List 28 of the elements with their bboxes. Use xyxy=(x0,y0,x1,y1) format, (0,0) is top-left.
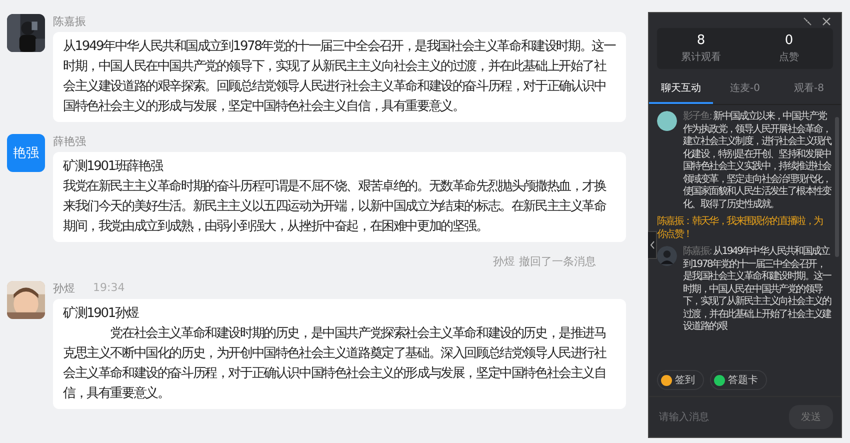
tab[interactable]: 聊天互动 xyxy=(649,75,713,104)
message-input[interactable]: 请输入消息 xyxy=(657,410,783,424)
message-bubble: 从1949年中华人民共和国成立到1978年党的十一届三中全会召开，是我国社会主义革命和建设时期。这一时期，中国人民在中国共产党的领导下，实现了从新民主主义向社会主义的过渡，并在此基础上开始了社会主义建设道路的艰辛探索。回顾总结党领导人民进行社会主义革命和建设的奋斗历程，对于正确认识中国特色社会主义的形成与发展，坚定中国特色社会主义自信，具有重要意义。 xyxy=(53,32,626,122)
chip-button[interactable]: 签到 xyxy=(657,370,704,390)
avatar-icon xyxy=(657,111,677,131)
minimize-icon[interactable] xyxy=(803,17,812,26)
avatar: 艳强 xyxy=(7,134,45,172)
stat-label: 点赞 xyxy=(779,50,799,64)
tab[interactable]: 连麦-0 xyxy=(713,75,777,104)
message-bubble: 矿测1901班薛艳强 我党在新民主主义革命时期的奋斗历程可谓是不屈不饶、艰苦卓绝的。无数革命先烈抛头颅撒热血，才换来我们今天的美好生活。新民主主义以五四运动为开端，以新中国成立为结束的标志。在新民主主义革命期间，我党由成立到成熟，由弱小到强大，从挫折中奋起，在困难中更加的坚强。 xyxy=(53,152,626,242)
chat-message: 陈嘉振: 从1949年中华人民共和国成立到1978年党的十一届三中全会召开，是我国社会主义革命和建设时期。这一时期，中国人民在中国共产党的领导下，实现了从新民主主义向社会主义的过渡，并在此基础上开始了社会主义建设道路的艰 xyxy=(683,246,832,334)
stat-value: 8 xyxy=(696,33,706,48)
stat-value: 0 xyxy=(784,33,794,48)
chat-message: 影子鱼: 新中国成立以来，中国共产党作为执政党，领导人民开展社会革命，建立社会主义制度，进行社会主义现代化建设，特别是在开创、坚持和发展中国特色社会主义实践中，持续推进社会领域变革，坚定走向社会治理现代化，使国家面貌和人民生活发生了根本性变化、取得了历史性成就。 xyxy=(683,111,832,211)
collapse-handle[interactable] xyxy=(648,231,657,259)
stat-label: 累计观看 xyxy=(681,50,721,64)
message-bubble: 矿测1901孙煜 党在社会主义革命和建设时期的历史，是中国共产党探索社会主义革命和建设的历史，是推进马克思主义不断中国化的历史，为开创中国特色社会主义道路奠定了基础。深入回顾总结党领导人民进行社会主义革命和建设的奋斗历程，对于正确认识中国特色社会主义的形成与发展，坚定中国特色社会主义自信，具有重要意义。 xyxy=(53,299,626,409)
system-message: 陈嘉振：韩天华，我来围观你的直播啦，为你点赞！ xyxy=(657,216,824,241)
sender-name: 薛艳强 xyxy=(53,134,86,149)
sender-name: 孙煜 xyxy=(53,281,75,296)
chevron-left-icon xyxy=(650,241,654,249)
close-icon[interactable] xyxy=(822,17,831,26)
message-time: 19:34 xyxy=(93,281,125,296)
tab[interactable]: 观看-8 xyxy=(777,75,841,104)
chip-button[interactable]: 答题卡 xyxy=(710,370,767,390)
sender-name: 陈嘉振 xyxy=(53,14,86,29)
user-name: 孙煜 xyxy=(493,254,515,269)
notice-text: 撤回了一条消息 xyxy=(519,254,596,269)
